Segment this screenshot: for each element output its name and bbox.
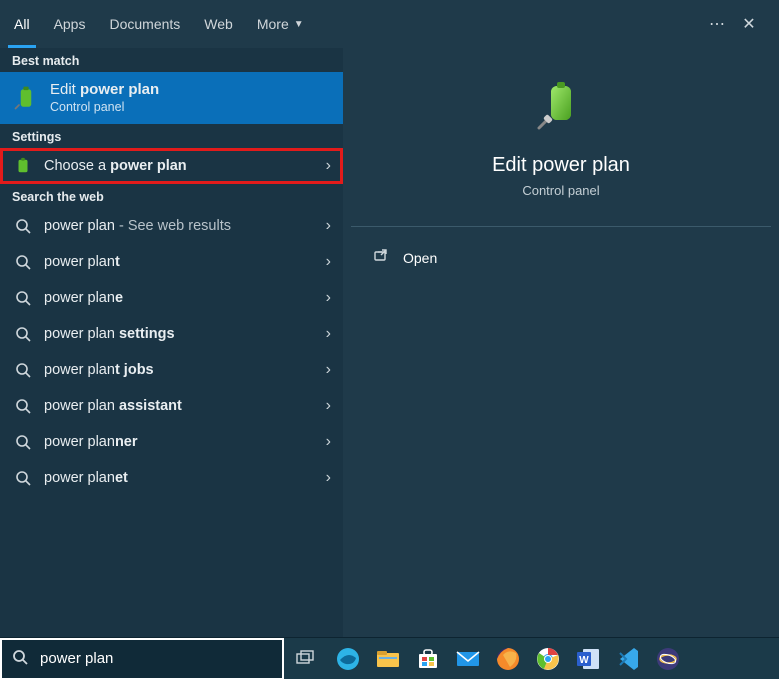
search-icon (12, 290, 34, 306)
chevron-right-icon: › (326, 325, 331, 343)
preview-panel: Edit power plan Control panel Open (343, 48, 779, 637)
section-web: Search the web (0, 184, 343, 208)
close-icon[interactable]: ✕ (733, 8, 765, 40)
preview-title: Edit power plan (492, 154, 630, 177)
search-icon (12, 649, 28, 669)
search-icon (12, 398, 34, 414)
chevron-right-icon: › (326, 397, 331, 415)
web-result-3[interactable]: power plan settings › (0, 316, 343, 352)
web-result-2[interactable]: power plane › (0, 280, 343, 316)
settings-item-prefix: Choose a (44, 158, 110, 174)
section-settings: Settings (0, 124, 343, 148)
chevron-right-icon: › (326, 253, 331, 271)
preview-subtitle: Control panel (522, 183, 599, 198)
tab-documents[interactable]: Documents (109, 0, 180, 48)
web-result-5[interactable]: power plan assistant › (0, 388, 343, 424)
taskbar-app-firefox[interactable] (494, 645, 522, 673)
settings-choose-power-plan[interactable]: Choose a power plan › (0, 148, 343, 184)
search-filter-tabs: All Apps Documents Web More ▼ ⋯ ✕ (0, 0, 779, 48)
web-result-text: power plan (44, 434, 115, 450)
web-result-bold: settings (119, 326, 175, 342)
task-view-button[interactable] (284, 638, 326, 679)
search-icon (12, 362, 34, 378)
divider (351, 226, 771, 227)
web-result-bold: assistant (119, 398, 182, 414)
web-result-text: power plan (44, 290, 115, 306)
web-result-bold: ner (115, 434, 138, 450)
web-result-bold: e (115, 290, 123, 306)
web-result-text: power plan (44, 398, 119, 414)
best-match-prefix: Edit (50, 81, 80, 98)
web-result-suffix: - See web results (115, 218, 231, 234)
tab-apps[interactable]: Apps (54, 0, 86, 48)
search-icon (12, 218, 34, 234)
power-plan-icon (12, 84, 40, 112)
search-box[interactable] (0, 638, 284, 679)
chevron-right-icon: › (326, 361, 331, 379)
taskbar-app-eclipse[interactable] (654, 645, 682, 673)
search-input[interactable] (40, 650, 272, 667)
search-icon (12, 254, 34, 270)
web-result-text: power plan (44, 362, 115, 378)
section-best-match: Best match (0, 48, 343, 72)
tab-more-label: More (257, 16, 289, 32)
web-result-bold-2: jobs (120, 362, 154, 378)
web-result-text: power plan (44, 326, 119, 342)
web-result-text: power plan (44, 470, 115, 486)
taskbar-app-vscode[interactable] (614, 645, 642, 673)
chevron-right-icon: › (326, 217, 331, 235)
taskbar-app-file-explorer[interactable] (374, 645, 402, 673)
tab-web[interactable]: Web (204, 0, 233, 48)
search-icon (12, 326, 34, 342)
tab-all[interactable]: All (14, 0, 30, 48)
best-match-row[interactable]: Edit power plan Control panel (0, 72, 343, 124)
taskbar-app-chrome[interactable] (534, 645, 562, 673)
tab-more[interactable]: More ▼ (257, 0, 304, 48)
web-result-4[interactable]: power plant jobs › (0, 352, 343, 388)
more-options-icon[interactable]: ⋯ (701, 8, 733, 40)
open-action[interactable]: Open (351, 243, 771, 272)
power-plan-large-icon (533, 80, 589, 136)
taskbar-app-microsoft-store[interactable] (414, 645, 442, 673)
chevron-right-icon: › (326, 433, 331, 451)
open-icon (373, 249, 387, 266)
taskbar-app-mail[interactable] (454, 645, 482, 673)
power-options-icon (12, 157, 34, 175)
results-panel: Best match Edit power plan Control panel (0, 48, 343, 637)
chevron-down-icon: ▼ (294, 19, 304, 30)
search-icon (12, 434, 34, 450)
web-result-bold: et (115, 470, 128, 486)
web-result-bold: t (115, 254, 120, 270)
settings-item-bold: power plan (110, 158, 187, 174)
chevron-right-icon: › (326, 289, 331, 307)
open-label: Open (403, 250, 437, 266)
web-result-7[interactable]: power planet › (0, 460, 343, 496)
web-result-0[interactable]: power plan - See web results › (0, 208, 343, 244)
chevron-right-icon: › (326, 469, 331, 487)
web-result-6[interactable]: power planner › (0, 424, 343, 460)
chevron-right-icon: › (326, 157, 331, 175)
svg-text:W: W (579, 655, 589, 666)
taskbar-app-word[interactable]: W (574, 645, 602, 673)
search-icon (12, 470, 34, 486)
web-result-1[interactable]: power plant › (0, 244, 343, 280)
taskbar: W (0, 637, 779, 679)
taskbar-app-edge[interactable] (334, 645, 362, 673)
web-result-text: power plan (44, 218, 115, 234)
best-match-sub: Control panel (50, 100, 331, 116)
web-result-text: power plan (44, 254, 115, 270)
best-match-bold: power plan (80, 81, 159, 98)
